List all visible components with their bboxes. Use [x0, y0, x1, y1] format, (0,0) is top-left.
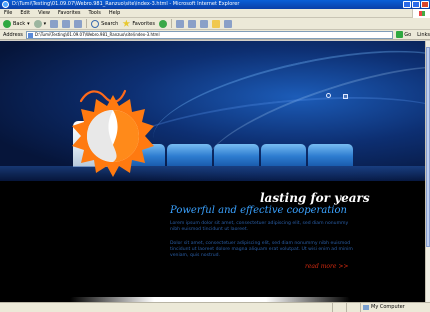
page-icon [27, 32, 33, 38]
vertical-scrollbar[interactable] [425, 41, 430, 302]
site-search-icon[interactable] [326, 93, 331, 98]
menu-help[interactable]: Help [109, 10, 120, 16]
favorites-label: Favorites [132, 20, 155, 27]
menu-edit[interactable]: Edit [20, 10, 30, 16]
toolbar: Back ▾ ▾ Search Favorites [0, 18, 430, 30]
favorites-button[interactable]: Favorites [122, 19, 155, 28]
computer-icon [363, 305, 369, 310]
content-paragraph: Dolor sit amet, consectetuer adipiscing … [170, 241, 353, 258]
header-reflection [0, 166, 425, 181]
nav-tab[interactable] [167, 144, 212, 166]
forward-dropdown-icon[interactable]: ▾ [44, 21, 47, 27]
status-cell [332, 303, 346, 312]
forward-button[interactable]: ▾ [33, 19, 47, 28]
menu-tools[interactable]: Tools [89, 10, 101, 16]
status-bar: My Computer [0, 302, 430, 312]
site-header [0, 41, 425, 181]
back-arrow-icon [3, 19, 11, 28]
security-zone: My Computer [360, 303, 430, 312]
status-text [0, 303, 332, 312]
menu-bar: File Edit View Favorites Tools Help [0, 9, 430, 18]
status-cell [346, 303, 360, 312]
menu-view[interactable]: View [38, 10, 50, 16]
windows-logo-icon [412, 9, 430, 18]
address-label: Address [3, 31, 23, 38]
print-icon[interactable] [187, 19, 196, 28]
address-bar: Address D:\Tumi\Testing\01.09.07\Webro.9… [0, 30, 430, 40]
nav-tab[interactable] [261, 144, 306, 166]
refresh-icon[interactable] [62, 19, 71, 28]
forward-arrow-icon [33, 19, 42, 28]
zone-label: My Computer [371, 304, 405, 310]
back-button[interactable]: Back ▾ [3, 19, 30, 28]
home-icon[interactable] [74, 19, 83, 28]
back-label: Back [13, 20, 26, 27]
read-more-link[interactable]: read more >> [305, 263, 348, 270]
go-arrow-icon [396, 31, 404, 38]
edit-icon[interactable] [199, 19, 208, 28]
menu-favorites[interactable]: Favorites [58, 10, 81, 16]
folder-icon[interactable] [211, 19, 220, 28]
window-title: D:\Tumi\Testing\01.09.07\Webro.981_Ranzu… [12, 1, 240, 7]
site-contact-icon[interactable] [343, 94, 348, 99]
go-label: Go [404, 31, 412, 38]
links-button[interactable]: Links [417, 32, 430, 38]
page-viewport: lasting for years Powerful and effective… [0, 41, 425, 302]
seal-badge-icon [72, 95, 154, 177]
toolbar-separator [86, 19, 88, 28]
star-icon [122, 19, 131, 27]
content-headline: Powerful and effective cooperation [170, 205, 347, 216]
nav-tab[interactable] [214, 144, 259, 166]
window-controls [403, 1, 429, 8]
address-value: D:\Tumi\Testing\01.09.07\Webro.981_Ranzu… [34, 31, 160, 37]
scrollbar-thumb[interactable] [426, 47, 430, 247]
ie-logo-icon [2, 1, 9, 8]
minimize-button[interactable] [403, 1, 411, 8]
stop-icon[interactable] [50, 19, 59, 28]
close-button[interactable] [421, 1, 429, 8]
mail-icon[interactable] [175, 19, 184, 28]
go-button[interactable]: Go [396, 31, 411, 38]
toolbar-separator [170, 19, 172, 28]
site-tagline: lasting for years [260, 191, 370, 205]
nav-tab[interactable] [308, 144, 353, 166]
address-input[interactable]: D:\Tumi\Testing\01.09.07\Webro.981_Ranzu… [25, 30, 394, 39]
title-bar: D:\Tumi\Testing\01.09.07\Webro.981_Ranzu… [0, 0, 430, 9]
content-paragraph: Lorem ipsum dolor sit amet, consectetuer… [170, 221, 349, 232]
maximize-button[interactable] [412, 1, 420, 8]
search-icon [91, 19, 100, 28]
messenger-icon[interactable] [223, 19, 232, 28]
search-button[interactable]: Search [91, 19, 119, 28]
menu-file[interactable]: File [4, 10, 12, 16]
search-label: Search [101, 20, 119, 27]
media-icon[interactable] [158, 19, 167, 28]
back-dropdown-icon[interactable]: ▾ [27, 21, 30, 27]
